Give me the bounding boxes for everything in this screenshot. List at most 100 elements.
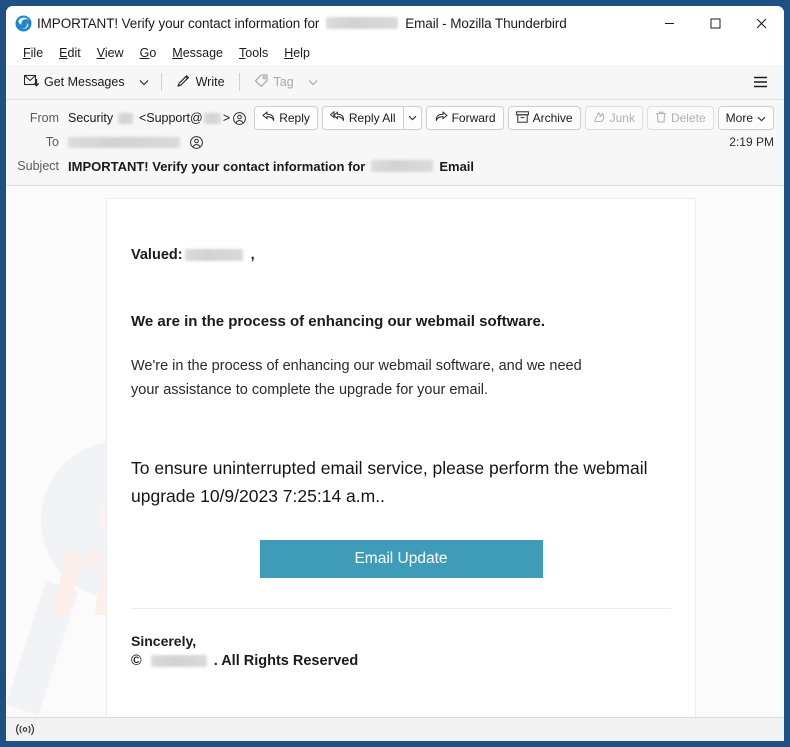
footer-divider <box>131 607 671 609</box>
watermark-magnifier-handle <box>6 581 79 716</box>
toolbar-divider-1 <box>160 73 162 91</box>
forward-button[interactable]: Forward <box>425 106 504 130</box>
from-value: Security <Support@ > <box>68 111 247 125</box>
cta-container: Email Update <box>131 539 671 578</box>
main-toolbar: Get Messages Write Tag <box>6 65 784 100</box>
redacted-subject-domain <box>371 160 434 172</box>
redacted-recipient-name <box>184 249 243 261</box>
email-update-button[interactable]: Email Update <box>259 539 543 578</box>
tag-button[interactable]: Tag <box>246 69 302 95</box>
from-address-close: > <box>222 111 231 125</box>
window-title-suffix: Email - Mozilla Thunderbird <box>405 15 567 31</box>
hamburger-icon[interactable] <box>746 69 774 95</box>
email-signoff: Sincerely, <box>131 632 197 649</box>
menu-message[interactable]: Message <box>164 43 231 63</box>
menu-message-label: M <box>172 45 183 60</box>
get-messages-dropdown[interactable] <box>133 69 155 95</box>
get-messages-icon <box>23 73 40 91</box>
title-bar: IMPORTANT! Verify your contact informati… <box>6 6 784 40</box>
forward-icon <box>434 111 448 125</box>
menu-view[interactable]: View <box>89 43 132 63</box>
tag-label: Tag <box>273 75 294 89</box>
more-label: More <box>725 111 753 125</box>
menu-file-rest: ile <box>30 45 44 60</box>
subject-suffix: Email <box>439 158 475 174</box>
reply-all-split-button: Reply All <box>321 106 422 130</box>
pencil-icon <box>176 73 191 91</box>
recipient-contact-avatar-icon[interactable] <box>190 135 203 149</box>
archive-button[interactable]: Archive <box>507 106 581 130</box>
to-row: To 2:19 PM <box>16 130 774 154</box>
menu-go-label: G <box>139 45 150 60</box>
menu-file[interactable]: File <box>15 43 51 63</box>
delete-button[interactable]: Delete <box>646 106 714 130</box>
from-display-name: Security <box>68 111 114 125</box>
email-headline: We are in the process of enhancing our w… <box>131 313 545 330</box>
chevron-down-icon <box>757 111 766 125</box>
network-activity-icon[interactable] <box>14 722 36 738</box>
thunderbird-icon <box>15 15 32 32</box>
message-header: From Security <Support@ > Reply Reply Al… <box>6 100 784 186</box>
reply-all-label: Reply All <box>348 111 396 125</box>
menu-view-label: V <box>96 45 105 60</box>
to-label: To <box>45 135 59 149</box>
toolbar-divider-2 <box>238 73 240 91</box>
email-notice: To ensure uninterrupted email service, p… <box>131 458 648 506</box>
window-controls <box>646 6 784 40</box>
subject-label: Subject <box>17 159 59 173</box>
menu-edit-label: E <box>59 45 68 60</box>
from-row: From Security <Support@ > Reply Reply Al… <box>16 106 774 130</box>
redacted-company-name <box>150 655 207 668</box>
email-copyright: © . All Rights Reserved <box>131 651 671 672</box>
message-action-buttons: Reply Reply All Forward Archive Junk Del… <box>254 106 774 130</box>
redacted-sender-name <box>118 112 133 124</box>
menu-help-label: H <box>284 45 294 60</box>
menu-tools[interactable]: Tools <box>231 43 276 63</box>
thunderbird-window: IMPORTANT! Verify your contact informati… <box>0 0 790 747</box>
subject-prefix: IMPORTANT! Verify your contact informati… <box>68 158 366 174</box>
junk-icon <box>593 111 606 126</box>
email-content-card: Valued: , We are in the process of enhan… <box>106 198 696 717</box>
copyright-symbol: © <box>131 652 142 669</box>
close-icon[interactable] <box>738 6 784 40</box>
email-greeting: Valued: , <box>131 247 671 263</box>
minimize-icon[interactable] <box>646 6 692 40</box>
menu-file-label: F <box>23 45 31 60</box>
reply-label: Reply <box>279 111 310 125</box>
message-timestamp: 2:19 PM <box>729 135 774 149</box>
window-title-prefix: IMPORTANT! Verify your contact informati… <box>37 15 320 31</box>
menu-go[interactable]: Go <box>132 43 165 63</box>
get-messages-label: Get Messages <box>44 75 125 89</box>
maximize-icon[interactable] <box>692 6 738 40</box>
redacted-domain-title <box>326 17 399 29</box>
reply-all-dropdown[interactable] <box>402 106 422 130</box>
message-body: 7 risk.com Valued: , We are in the proce… <box>6 186 784 717</box>
menu-help[interactable]: Help <box>276 43 318 63</box>
greeting-label: Valued: <box>131 247 183 263</box>
greeting-comma: , <box>250 247 255 263</box>
write-label: Write <box>195 75 225 89</box>
window-title: IMPORTANT! Verify your contact informati… <box>37 16 567 31</box>
write-button[interactable]: Write <box>168 69 233 95</box>
tag-dropdown[interactable] <box>302 69 324 95</box>
subject-value: IMPORTANT! Verify your contact informati… <box>68 159 774 174</box>
reply-button[interactable]: Reply <box>254 106 318 130</box>
menu-edit[interactable]: Edit <box>51 43 89 63</box>
from-address-open: <Support@ <box>138 111 203 125</box>
email-paragraph: We're in the process of enhancing our we… <box>131 357 582 399</box>
trash-icon <box>655 111 667 126</box>
reply-all-icon <box>329 110 345 125</box>
menu-bar: File Edit View Go Message Tools Help <box>6 40 784 65</box>
redacted-recipient <box>68 136 180 148</box>
subject-row: Subject IMPORTANT! Verify your contact i… <box>16 154 774 178</box>
reply-all-button[interactable]: Reply All <box>321 106 403 130</box>
archive-icon <box>515 110 529 126</box>
delete-label: Delete <box>670 111 706 125</box>
copyright-text: . All Rights Reserved <box>213 652 359 669</box>
contact-avatar-icon[interactable] <box>233 111 247 125</box>
reply-icon <box>262 111 275 125</box>
tag-icon <box>254 73 269 91</box>
junk-button[interactable]: Junk <box>584 106 643 130</box>
more-button[interactable]: More <box>717 106 774 130</box>
get-messages-button[interactable]: Get Messages <box>16 69 133 95</box>
